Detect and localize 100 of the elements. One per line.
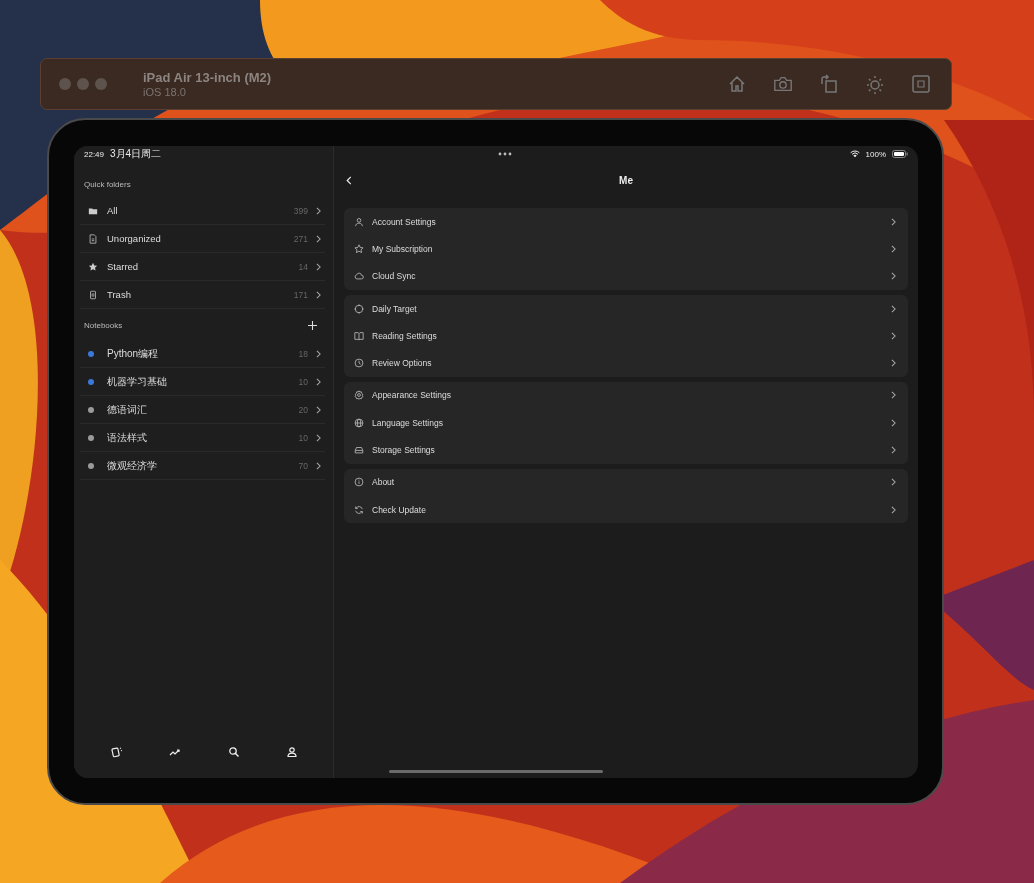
row-label: Trash (107, 289, 131, 300)
settings-row[interactable]: Account Settings (344, 208, 908, 236)
row-label: Language Settings (372, 417, 443, 428)
chevron-icon (891, 446, 896, 454)
row-label: Reading Settings (372, 330, 437, 341)
chevron-icon (891, 272, 896, 281)
settings-row[interactable]: Check Update (344, 495, 908, 524)
item-count: 20 (298, 404, 308, 415)
profile-icon[interactable] (285, 746, 298, 758)
home-icon[interactable] (727, 74, 747, 94)
settings-row[interactable]: Storage Settings (344, 436, 908, 464)
chevron-icon (891, 217, 896, 226)
list-row[interactable]: 微观经济学 70 (80, 452, 325, 480)
list-row[interactable]: Unorganized 271 (80, 225, 325, 253)
row-label: Unorganized (107, 233, 161, 244)
row-label: Storage Settings (372, 445, 435, 455)
row-label: Review Options (372, 358, 432, 369)
battery-percent: 100% (865, 149, 886, 159)
page-title: Me (618, 174, 634, 186)
trash-icon (88, 289, 98, 300)
section-title: Quick folders (83, 180, 132, 191)
person-icon (354, 216, 364, 227)
settings-row[interactable]: Language Settings (344, 409, 908, 437)
row-label: Account Settings (372, 216, 436, 227)
chevron-icon (891, 478, 896, 487)
star-icon (88, 261, 98, 272)
add-icon[interactable] (308, 321, 317, 330)
row-label: Cloud Sync (372, 271, 416, 282)
settings-row[interactable]: Cloud Sync (344, 262, 908, 290)
chevron-icon (316, 377, 321, 386)
item-count: 70 (298, 460, 308, 471)
settings-row[interactable]: Reading Settings (344, 322, 908, 350)
close-button[interactable] (59, 78, 71, 90)
chevron-icon (316, 405, 321, 414)
chevron-icon (891, 244, 896, 253)
clock-icon (354, 358, 364, 369)
settings-row[interactable]: Daily Target (344, 294, 908, 323)
chevron-icon (891, 418, 896, 427)
document-icon (88, 233, 98, 244)
list-row[interactable]: Starred 14 (80, 253, 325, 281)
book-icon (354, 330, 364, 341)
os-version: iOS 18.0 (143, 86, 187, 98)
refresh-icon (354, 504, 364, 515)
cards-icon[interactable] (111, 746, 124, 758)
list-row[interactable]: Python编程 18 (80, 340, 325, 368)
item-count: 171 (293, 289, 308, 300)
status-time: 22:49 (84, 149, 105, 159)
gear-icon (354, 390, 364, 401)
chevron-icon (316, 290, 321, 299)
trend-icon[interactable] (169, 746, 182, 758)
chevron-icon (891, 391, 896, 400)
list-row[interactable]: 德语词汇 20 (80, 396, 325, 424)
list-row[interactable]: All 399 (80, 197, 325, 225)
settings-row[interactable]: Review Options (344, 349, 908, 377)
globe-icon (354, 417, 364, 428)
rotate-icon[interactable] (819, 74, 839, 94)
row-label: About (372, 477, 395, 488)
list-row[interactable]: 机器学习基础 10 (80, 368, 325, 396)
chevron-icon (891, 505, 896, 514)
star-icon (354, 243, 364, 254)
battery-icon (892, 150, 908, 158)
chevron-icon (316, 206, 321, 215)
chevron-icon (316, 234, 321, 243)
section-title: Notebooks (84, 321, 123, 330)
row-label: All (107, 205, 118, 216)
brightness-icon[interactable] (865, 74, 885, 94)
status-date: 3月4日周二 (110, 147, 162, 161)
chevron-icon (316, 461, 321, 470)
row-label: 微观经济学 (107, 458, 157, 473)
chevron-icon (891, 359, 896, 368)
row-label: 语法样式 (107, 430, 147, 445)
zoom-button[interactable] (95, 78, 107, 90)
row-label: Appearance Settings (372, 390, 451, 401)
chevron-icon (316, 262, 321, 271)
settings-row[interactable]: Appearance Settings (344, 381, 908, 410)
item-count: 10 (298, 432, 308, 443)
item-count: 271 (293, 233, 308, 244)
back-icon[interactable] (346, 175, 352, 185)
list-row[interactable]: 语法样式 10 (80, 424, 325, 452)
cloud-icon (354, 271, 364, 282)
minimize-button[interactable] (77, 78, 89, 90)
device-name: iPad Air 13-inch (M2) (143, 70, 272, 85)
settings-row[interactable]: My Subscription (344, 235, 908, 263)
more-icon[interactable] (498, 152, 513, 156)
search-icon[interactable] (227, 746, 240, 758)
wifi-icon (849, 150, 860, 158)
camera-icon[interactable] (773, 74, 793, 94)
chevron-icon (891, 331, 896, 340)
list-row[interactable]: Trash 171 (80, 281, 325, 309)
item-count: 14 (298, 261, 308, 272)
info-icon (354, 477, 364, 488)
settings-row[interactable]: About (344, 468, 908, 496)
chevron-icon (891, 304, 896, 313)
chevron-icon (316, 349, 321, 358)
item-count: 399 (293, 205, 308, 216)
row-label: Daily Target (372, 303, 417, 314)
item-count: 18 (298, 348, 308, 359)
chevron-icon (316, 433, 321, 442)
row-label: Python编程 (107, 346, 159, 361)
row-label: My Subscription (372, 243, 433, 254)
